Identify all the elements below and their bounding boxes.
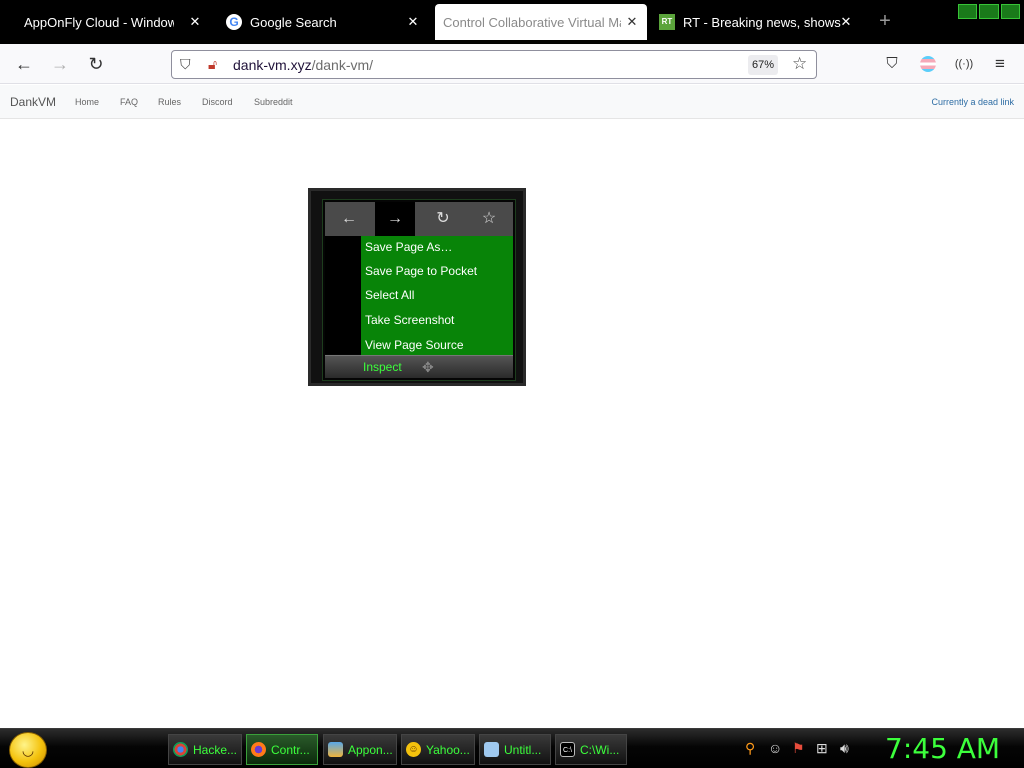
search-icon[interactable]: ⚲ <box>745 740 755 757</box>
menu-icon[interactable]: ≡ <box>988 52 1012 76</box>
taskbar-item-hacker[interactable]: Hacke... <box>168 734 242 765</box>
tab-google-search[interactable]: G Google Search ✕ <box>218 4 428 40</box>
tab-strip: AppOnFly Cloud - Windows V ✕ G Google Se… <box>0 0 1024 44</box>
tab-control-collaborative[interactable]: Control Collaborative Virtual Mach ✕ <box>435 4 647 40</box>
cmd-icon: C:\ <box>560 742 575 757</box>
context-menu-nav-row: ← → ↻ ☆ <box>325 202 513 236</box>
extension-icon[interactable] <box>920 56 936 72</box>
close-icon[interactable]: ✕ <box>186 13 204 31</box>
url-path: /dank-vm/ <box>311 57 374 73</box>
tab-rt[interactable]: RT RT - Breaking news, shows, po ✕ <box>651 4 861 40</box>
lock-icon[interactable]: 🔓︎ <box>208 56 217 73</box>
tab-title: Google Search <box>250 14 337 30</box>
close-window-button[interactable] <box>1000 4 1020 19</box>
taskbar-item-label: C:\Wi... <box>580 742 620 757</box>
reload-icon[interactable]: ↻ <box>423 202 463 236</box>
nav-link-home[interactable]: Home <box>75 97 99 107</box>
context-menu-gutter <box>325 236 361 354</box>
taskbar-item-label: Untitl... <box>504 742 542 757</box>
nav-link-subreddit[interactable]: Subreddit <box>254 97 293 107</box>
emoji-icon[interactable]: ☺ <box>768 740 782 756</box>
rt-icon: RT <box>659 14 675 30</box>
taskbar-item-yahoo[interactable]: ☺ Yahoo... <box>401 734 475 765</box>
cursor-icon: ✥ <box>422 359 434 375</box>
forward-icon[interactable]: → <box>46 52 74 76</box>
window-controls <box>958 4 1020 19</box>
tab-title: RT - Breaking news, shows, po <box>683 14 841 30</box>
menu-item-select-all[interactable]: Select All <box>365 288 414 302</box>
pocket-icon[interactable]: ⛉ <box>880 52 904 76</box>
url-host: dank-vm.xyz <box>233 57 312 73</box>
flag-icon[interactable]: ⚑ <box>792 740 805 757</box>
menu-item-take-screenshot[interactable]: Take Screenshot <box>365 313 454 327</box>
nav-link-rules[interactable]: Rules <box>158 97 181 107</box>
tab-apponfly[interactable]: AppOnFly Cloud - Windows V ✕ <box>24 4 210 40</box>
back-icon[interactable]: ← <box>329 202 369 236</box>
star-icon[interactable]: ☆ <box>792 54 807 74</box>
taskbar-item-label: Yahoo... <box>426 742 470 757</box>
close-icon[interactable]: ✕ <box>837 13 855 31</box>
menu-item-save-to-pocket[interactable]: Save Page to Pocket <box>365 264 477 278</box>
tab-title: AppOnFly Cloud - Windows V <box>24 14 174 30</box>
back-icon[interactable]: ← <box>10 52 38 76</box>
url-bar[interactable]: ⛉ 🔓︎ dank-vm.xyz/dank-vm/ 67% ☆ <box>171 50 817 79</box>
zoom-level[interactable]: 67% <box>748 55 778 75</box>
new-tab-button[interactable]: + <box>874 10 896 32</box>
taskbar-item-control[interactable]: Contr... <box>246 734 318 765</box>
volume-icon[interactable]: 🔊︎ <box>840 740 849 757</box>
yahoo-icon: ☺ <box>406 742 421 757</box>
vm-screen[interactable]: ← → ↻ ☆ Save Page As… Save Page to Pocke… <box>308 188 526 386</box>
close-icon[interactable]: ✕ <box>623 13 641 31</box>
taskbar-item-cmd[interactable]: C:\ C:\Wi... <box>555 734 627 765</box>
minimize-button[interactable] <box>958 4 978 19</box>
chrome-icon <box>173 742 188 757</box>
reload-icon[interactable]: ↻ <box>82 52 110 76</box>
menu-item-inspect-label: Inspect <box>363 360 402 374</box>
google-icon: G <box>226 14 242 30</box>
shield-icon[interactable]: ⛉ <box>180 56 191 73</box>
vm-desktop: ← → ↻ ☆ Save Page As… Save Page to Pocke… <box>322 199 516 381</box>
apponfly-icon <box>328 742 343 757</box>
taskbar-item-untitled[interactable]: Untitl... <box>479 734 551 765</box>
taskbar-item-label: Appon... <box>348 742 393 757</box>
extension-icon[interactable]: ((·)) <box>952 52 976 76</box>
network-icon[interactable]: ⊞ <box>816 740 828 757</box>
close-icon[interactable]: ✕ <box>404 13 422 31</box>
star-icon[interactable]: ☆ <box>469 202 509 236</box>
start-button[interactable]: ◡ <box>9 732 47 768</box>
tab-title: Control Collaborative Virtual Mach <box>443 14 621 30</box>
menu-item-view-page-source[interactable]: View Page Source <box>365 338 464 352</box>
nav-link-faq[interactable]: FAQ <box>120 97 138 107</box>
url-text[interactable]: dank-vm.xyz/dank-vm/ <box>233 57 373 73</box>
taskbar-item-apponfly[interactable]: Appon... <box>323 734 397 765</box>
notepad-icon <box>484 742 499 757</box>
taskbar-item-label: Contr... <box>271 742 310 757</box>
site-brand[interactable]: DankVM <box>10 95 56 109</box>
taskbar: ◡ Hacke... Contr... Appon... ☺ Yahoo... … <box>0 728 1024 768</box>
site-navbar: DankVM Home FAQ Rules Discord Subreddit … <box>0 85 1024 119</box>
taskbar-item-label: Hacke... <box>193 742 238 757</box>
clock[interactable]: 7:45 AM <box>885 732 1000 765</box>
navigation-toolbar: ← → ↻ ⛉ 🔓︎ dank-vm.xyz/dank-vm/ 67% ☆ ⛉ … <box>0 44 1024 84</box>
firefox-icon <box>251 742 266 757</box>
dead-link[interactable]: Currently a dead link <box>931 97 1014 107</box>
maximize-button[interactable] <box>979 4 999 19</box>
forward-icon[interactable]: → <box>375 202 415 236</box>
menu-item-save-page-as[interactable]: Save Page As… <box>365 240 452 254</box>
menu-item-inspect[interactable]: Inspect ✥ <box>325 355 513 378</box>
nav-link-discord[interactable]: Discord <box>202 97 233 107</box>
